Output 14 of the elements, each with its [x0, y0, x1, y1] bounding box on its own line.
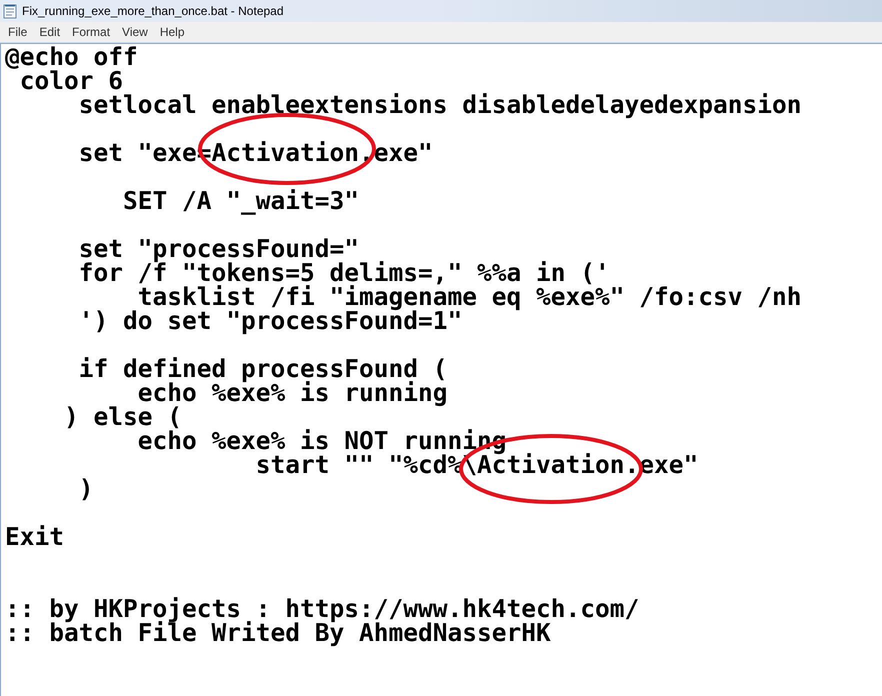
menu-item[interactable]: Format — [66, 23, 116, 41]
code-line: ) else ( — [63, 402, 182, 431]
code-line: Exit — [5, 522, 64, 551]
menu-item[interactable]: Edit — [33, 23, 66, 41]
notepad-icon — [3, 3, 17, 19]
window-title: Fix_running_exe_more_than_once.bat - Notepad — [22, 3, 284, 20]
text-editor[interactable] — [0, 43, 882, 696]
code-line: if defined processFound ( — [78, 354, 448, 383]
menu-item[interactable]: View — [116, 23, 154, 41]
code-line: ) — [78, 474, 94, 503]
menu-item[interactable]: File — [2, 23, 34, 41]
code-line: SET /A "_wait=3" — [122, 186, 360, 215]
menu-item[interactable]: Help — [154, 23, 191, 41]
code-line: set "processFound=" — [78, 234, 360, 263]
